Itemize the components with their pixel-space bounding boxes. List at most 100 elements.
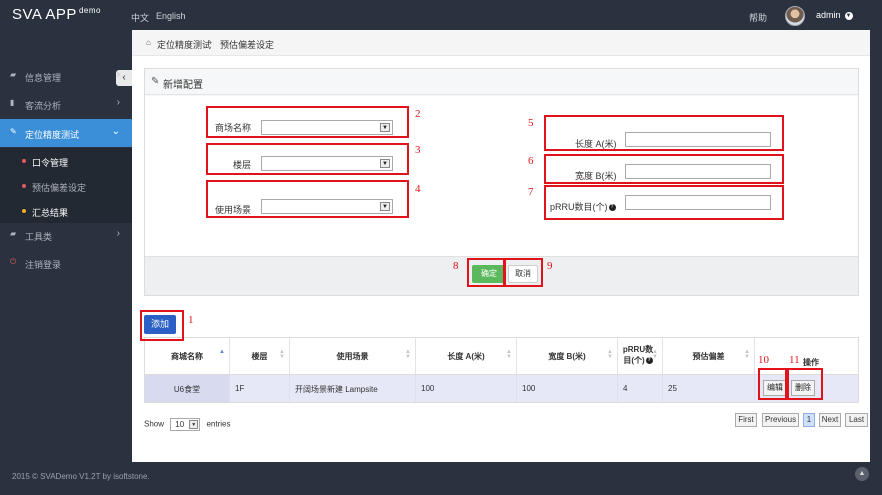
sort-icon: ▲ ▼ [506,349,512,360]
annotation-label-1: 1 [188,314,194,326]
annotation-label-4: 4 [415,183,421,195]
cell-text: U6食堂 [173,385,201,394]
home-icon[interactable]: ⌂ [146,38,151,47]
entries-label: entries [206,419,231,429]
page-last-button[interactable]: Last [845,413,868,427]
cell-text: 4 [623,384,628,393]
column-header-width[interactable]: 宽度 B(米) ▲ ▼ [517,338,618,374]
sidebar-item-logout[interactable]: ⏻ 注销登录 [0,249,132,277]
column-header-label: 长度 A(米) [447,352,485,361]
sort-icon: ▲ ▼ [744,349,750,360]
annotation-box-6 [544,154,784,184]
bullet-icon [22,159,26,163]
page-size-value: 10 [175,420,185,429]
lang-en-link[interactable]: English [156,11,186,21]
annotation-box-5 [544,115,784,151]
column-header-label: 商城名称 [171,352,203,361]
annotation-box-10 [758,368,787,400]
page-previous-button[interactable]: Previous [762,413,799,427]
column-header-mall[interactable]: 商城名称 ▲ [145,338,230,374]
annotation-label-11: 11 [789,354,800,366]
sort-asc-icon: ▲ [219,349,225,355]
cell-prru: 4 [618,375,663,402]
column-header-prru[interactable]: pRRU数目(个)? ▲ ▼ [618,338,663,374]
annotation-box-1 [140,310,184,341]
annotation-box-11 [787,368,823,400]
annotation-box-4 [206,180,409,218]
breadcrumb-current: 预估偏差设定 [220,40,275,50]
page-next-button[interactable]: Next [819,413,841,427]
sidebar-item-label: 定位精度测试 [25,130,80,140]
footer: 2015 © SVADemo V1.2T by isoftstone. ▲ [0,462,882,495]
sidebar-item-label: 信息管理 [25,73,62,83]
sidebar-item-traffic[interactable]: ▮ 客流分析 › [0,90,132,118]
bullet-icon [22,209,26,213]
annotation-label-9: 9 [547,260,553,272]
sidebar-subitem-deviation[interactable]: 预估偏差设定 [0,173,132,198]
table-row[interactable]: U6食堂 1F 开阔场景新建 Lampsite 100 100 4 25 编辑 … [145,375,858,402]
cell-deviation: 25 [663,375,755,402]
sidebar-subitem-summary[interactable]: 汇总结果 [0,198,132,223]
chevron-down-icon: ▼ [844,11,853,20]
sidebar-subitem-label: 预估偏差设定 [32,183,87,193]
footer-text: 2015 © SVADemo V1.2T by isoftstone. [12,472,150,481]
top-bar: SVA APP demo 中文 English 帮助 admin ▼ [0,0,882,30]
chevron-right-icon: › [116,228,120,239]
avatar[interactable] [785,6,805,26]
column-header-label: 操作 [803,358,819,367]
sort-icon: ▲ ▼ [652,349,658,360]
config-table: 商城名称 ▲ 楼层 ▲ ▼ 使用场景 ▲ ▼ 长度 A(米) ▲ ▼ 宽度 B(米) ▲ ▼ pR… [144,337,859,403]
bar-chart-icon: ▮ [10,98,15,107]
sidebar-item-label: 工具类 [25,232,53,242]
sort-icon: ▲ ▼ [607,349,613,360]
app-logo[interactable]: SVA APP demo [12,6,101,23]
sidebar-item-tools[interactable]: ▰ 工具类 › [0,221,132,249]
sidebar-subitem-password[interactable]: 口令管理 [0,148,132,173]
page-size-select[interactable]: 10 ▼ [170,418,201,431]
annotation-box-7 [544,185,784,220]
panel-title: 新增配置 [163,80,203,91]
column-header-label: 宽度 B(米) [548,352,586,361]
annotation-box-3 [206,143,409,175]
sidebar-item-accuracy[interactable]: ✎ 定位精度测试 ⌄ [0,119,132,147]
sidebar-item-info[interactable]: ▰ 信息管理 › [0,62,132,90]
sidebar-subitem-label: 汇总结果 [32,208,69,218]
lang-zh-link[interactable]: 中文 [131,11,149,24]
folder-icon: ▰ [10,229,17,238]
scroll-top-icon[interactable]: ▲ [855,467,869,481]
column-header-length[interactable]: 长度 A(米) ▲ ▼ [416,338,517,374]
annotation-label-3: 3 [415,144,421,156]
chevron-down-icon: ▼ [189,420,199,429]
column-header-deviation[interactable]: 预估偏差 ▲ ▼ [663,338,755,374]
show-label: Show [144,419,165,429]
annotation-label-5: 5 [528,117,534,129]
page-first-button[interactable]: First [735,413,757,427]
annotation-label-6: 6 [528,155,534,167]
column-header-scene[interactable]: 使用场景 ▲ ▼ [290,338,416,374]
page-current-button[interactable]: 1 [803,413,815,427]
folder-icon: ▰ [10,70,17,79]
user-name: admin [816,10,841,20]
cell-mall: U6食堂 [145,375,230,402]
table-header: 商城名称 ▲ 楼层 ▲ ▼ 使用场景 ▲ ▼ 长度 A(米) ▲ ▼ 宽度 B(米) ▲ ▼ pR… [145,338,858,375]
chevron-right-icon: › [209,37,212,47]
cell-floor: 1F [230,375,290,402]
power-icon: ⏻ [10,257,17,266]
logo-text: SVA APP [12,6,77,23]
sidebar-item-label: 注销登录 [25,260,62,270]
chevron-right-icon: › [116,69,120,80]
breadcrumb-item[interactable]: 定位精度测试 [157,38,211,51]
annotation-label-7: 7 [528,186,534,198]
breadcrumb: ⌂ 定位精度测试 › 预估偏差设定 [132,30,870,56]
annotation-label-2: 2 [415,108,421,120]
user-menu[interactable]: admin ▼ [816,10,853,20]
bullet-icon [22,184,26,188]
edit-icon: ✎ [10,127,17,136]
cell-width: 100 [517,375,618,402]
cell-text: 1F [235,384,245,393]
column-header-floor[interactable]: 楼层 ▲ ▼ [230,338,290,374]
chevron-down-icon: ⌄ [111,126,120,137]
help-link[interactable]: 帮助 [749,11,767,24]
cell-text: 开阔场景新建 Lampsite [295,385,378,394]
column-header-label: 预估偏差 [692,352,725,361]
